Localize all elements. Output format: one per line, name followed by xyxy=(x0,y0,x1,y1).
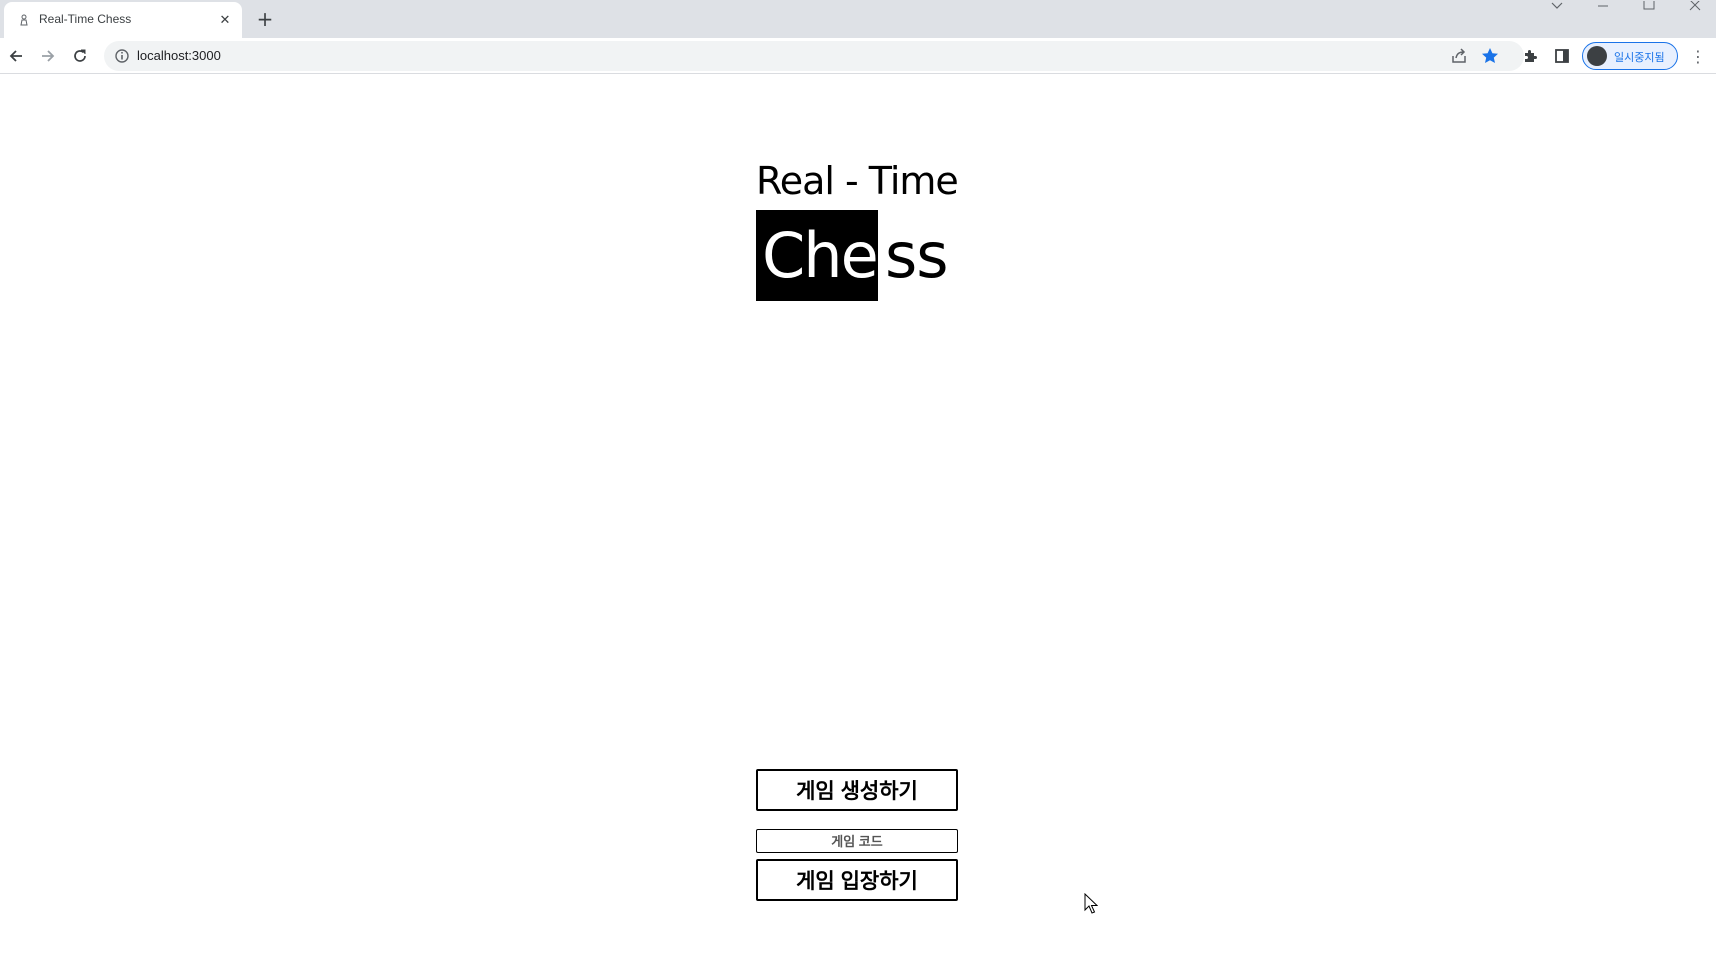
address-bar[interactable]: localhost:3000 xyxy=(104,41,1524,71)
side-panel-icon[interactable] xyxy=(1552,46,1572,66)
logo-title-line1: Real - Time xyxy=(756,159,959,203)
window-close-icon[interactable] xyxy=(1672,0,1716,12)
game-code-input[interactable] xyxy=(756,829,958,853)
minimize-icon[interactable] xyxy=(1580,0,1626,12)
tab-search-icon[interactable] xyxy=(1534,0,1580,12)
maximize-icon[interactable] xyxy=(1626,0,1672,12)
reload-icon[interactable] xyxy=(66,42,94,70)
site-info-icon[interactable] xyxy=(114,48,130,64)
join-game-button[interactable]: 게임 입장하기 xyxy=(756,859,958,901)
browser-menu-icon[interactable]: ⋮ xyxy=(1688,46,1708,66)
extensions-icon[interactable] xyxy=(1520,46,1540,66)
mouse-cursor-icon xyxy=(1084,893,1098,914)
browser-tabstrip: Real-Time Chess ✕ + xyxy=(0,0,1716,38)
new-tab-button[interactable]: + xyxy=(254,7,276,31)
forward-icon[interactable] xyxy=(34,42,62,70)
tab-title: Real-Time Chess xyxy=(39,12,132,26)
tab-close-icon[interactable]: ✕ xyxy=(216,11,234,29)
bookmark-star-icon[interactable] xyxy=(1480,46,1500,66)
profile-status-label: 일시중지됨 xyxy=(1614,51,1665,64)
share-icon[interactable] xyxy=(1450,47,1468,65)
back-icon[interactable] xyxy=(2,42,30,70)
page-content: Real - Time Che ss 게임 생성하기 게임 입장하기 xyxy=(0,75,1716,980)
profile-chip[interactable]: 일시중지됨 xyxy=(1582,42,1678,70)
chess-pawn-icon xyxy=(20,14,28,26)
logo-highlight: Che xyxy=(756,210,879,301)
browser-tab[interactable]: Real-Time Chess ✕ xyxy=(4,2,242,38)
create-game-button[interactable]: 게임 생성하기 xyxy=(756,769,958,811)
logo-rest: ss xyxy=(885,219,949,292)
browser-toolbar: localhost:3000 일시중지됨 ⋮ xyxy=(0,38,1716,74)
avatar xyxy=(1587,46,1607,66)
url-text[interactable]: localhost:3000 xyxy=(137,48,221,63)
